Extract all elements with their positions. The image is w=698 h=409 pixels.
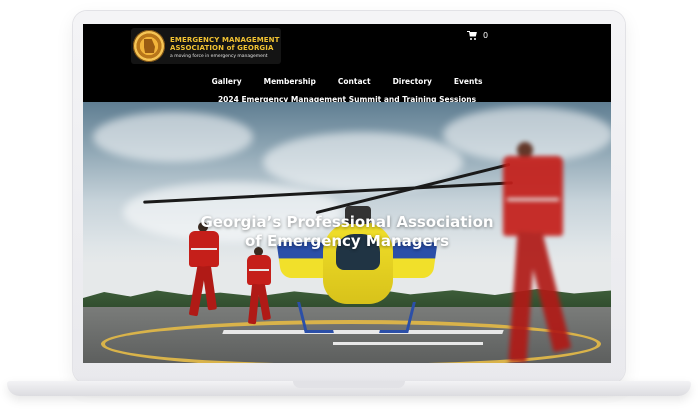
logo-tagline: a moving force in emergency management: [170, 54, 268, 59]
helipad-marking: [222, 330, 504, 334]
hero-title-line1: Georgia’s Professional Association: [200, 213, 494, 231]
georgia-state-shape: [144, 39, 155, 53]
shopping-cart-icon: [467, 30, 477, 40]
logo-title-line1: EMERGENCY MANAGEMENT: [170, 36, 280, 44]
hero-title-line2: of Emergency Managers: [244, 232, 450, 250]
laptop-notch: [293, 381, 405, 388]
georgia-seal-icon: [133, 30, 165, 62]
site-logo[interactable]: EMERGENCY MANAGEMENT ASSOCIATION of GEOR…: [131, 28, 281, 64]
cloud: [93, 112, 253, 162]
cart-link[interactable]: 0: [467, 29, 488, 41]
helipad-marking: [333, 342, 483, 345]
cart-count: 0: [483, 30, 489, 40]
hero-title: Georgia’s Professional Association of Em…: [83, 213, 611, 251]
website-screen: EMERGENCY MANAGEMENT ASSOCIATION of GEOR…: [83, 24, 611, 363]
site-header: EMERGENCY MANAGEMENT ASSOCIATION of GEOR…: [83, 24, 611, 104]
logo-title-line2: ASSOCIATION of GEORGIA: [170, 44, 274, 52]
hero-banner: Georgia’s Professional Association of Em…: [83, 102, 611, 363]
